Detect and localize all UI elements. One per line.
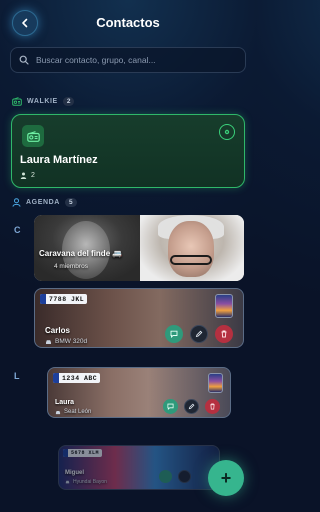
walkie-contact-name: Laura Martínez bbox=[20, 154, 98, 166]
eu-flag-icon bbox=[40, 294, 46, 304]
car-model: BMW 320d bbox=[55, 338, 88, 345]
walkie-members: 2 bbox=[20, 172, 35, 179]
group-name: Caravana del finde 🚐 bbox=[39, 249, 122, 258]
contact-card-miguel[interactable]: 5678 XLM Miguel Hyundai Bayon bbox=[58, 445, 220, 490]
chat-icon bbox=[167, 403, 174, 410]
contact-name: Carlos bbox=[45, 326, 70, 335]
group-name-text: Caravana del finde bbox=[39, 249, 111, 258]
edit-button[interactable] bbox=[190, 325, 208, 343]
car-model: Seat León bbox=[64, 409, 92, 415]
agenda-section-header: AGENDA 5 bbox=[12, 198, 77, 207]
group-members-count: 4 miembros bbox=[54, 263, 88, 270]
pencil-icon bbox=[195, 330, 203, 338]
group-card[interactable]: Caravana del finde 🚐 4 miembros bbox=[34, 215, 244, 281]
delete-button[interactable] bbox=[205, 399, 220, 414]
group-photo-left bbox=[34, 215, 140, 281]
contact-car: Hyundai Bayon bbox=[65, 479, 107, 485]
add-contact-button[interactable]: + bbox=[208, 460, 244, 496]
person-icon bbox=[20, 172, 27, 179]
page-title: Contactos bbox=[96, 15, 160, 30]
group-member-photo bbox=[168, 221, 214, 277]
agenda-count-badge: 5 bbox=[64, 198, 77, 207]
contact-name: Miguel bbox=[65, 470, 84, 476]
alpha-index-l: L bbox=[14, 371, 20, 381]
plate-number: 1234 ABC bbox=[62, 374, 98, 382]
car-icon bbox=[55, 410, 61, 414]
agenda-section-label: AGENDA bbox=[26, 199, 60, 206]
walkie-members-count: 2 bbox=[31, 172, 35, 179]
walkie-count-badge: 2 bbox=[62, 97, 75, 106]
license-plate: 5678 XLM bbox=[63, 449, 103, 457]
contact-card-laura[interactable]: 1234 ABC Laura Seat León bbox=[47, 367, 231, 418]
car-model: Hyundai Bayon bbox=[73, 479, 107, 485]
plate-number: 5678 XLM bbox=[71, 450, 100, 456]
chat-button[interactable] bbox=[159, 470, 172, 483]
search-icon bbox=[19, 55, 29, 65]
search-input[interactable]: Buscar contacto, grupo, canal... bbox=[10, 47, 246, 73]
glasses-detail bbox=[170, 255, 212, 265]
trash-icon bbox=[210, 403, 215, 410]
walkie-section-label: WALKIE bbox=[27, 98, 58, 105]
person-icon bbox=[12, 198, 21, 207]
radio-icon bbox=[26, 130, 40, 142]
plus-icon: + bbox=[220, 468, 232, 488]
contact-card-carlos[interactable]: 7788 JKL Carlos BMW 320d bbox=[34, 288, 244, 348]
car-icon bbox=[46, 339, 51, 344]
walkie-card[interactable]: Laura Martínez 2 bbox=[11, 114, 245, 188]
contact-car: Seat León bbox=[55, 409, 91, 415]
edit-button[interactable] bbox=[178, 470, 191, 483]
chat-icon bbox=[170, 330, 178, 338]
gear-icon bbox=[224, 129, 230, 135]
contact-name: Laura bbox=[55, 399, 75, 406]
delete-button[interactable] bbox=[215, 325, 233, 343]
search-placeholder: Buscar contacto, grupo, canal... bbox=[36, 55, 156, 65]
car-icon bbox=[65, 480, 70, 484]
license-plate: 1234 ABC bbox=[53, 373, 101, 383]
eu-flag-icon bbox=[63, 449, 68, 457]
walkie-section-header: WALKIE 2 bbox=[12, 97, 75, 106]
license-plate: 7788 JKL bbox=[40, 294, 88, 304]
plate-number: 7788 JKL bbox=[49, 295, 85, 303]
car-thumbnail bbox=[215, 294, 233, 318]
van-emoji-icon: 🚐 bbox=[112, 249, 123, 258]
radio-icon bbox=[12, 97, 22, 106]
alpha-index-c: C bbox=[14, 225, 21, 235]
pencil-icon bbox=[188, 403, 195, 410]
edit-button[interactable] bbox=[184, 399, 199, 414]
walkie-settings-button[interactable] bbox=[219, 124, 235, 140]
eu-flag-icon bbox=[53, 373, 59, 383]
chat-button[interactable] bbox=[163, 399, 178, 414]
car-thumbnail bbox=[208, 373, 223, 393]
trash-icon bbox=[221, 330, 227, 338]
group-photo-right bbox=[140, 215, 244, 281]
contact-car: BMW 320d bbox=[45, 338, 87, 345]
walkie-channel-icon bbox=[22, 125, 44, 147]
chat-button[interactable] bbox=[165, 325, 183, 343]
